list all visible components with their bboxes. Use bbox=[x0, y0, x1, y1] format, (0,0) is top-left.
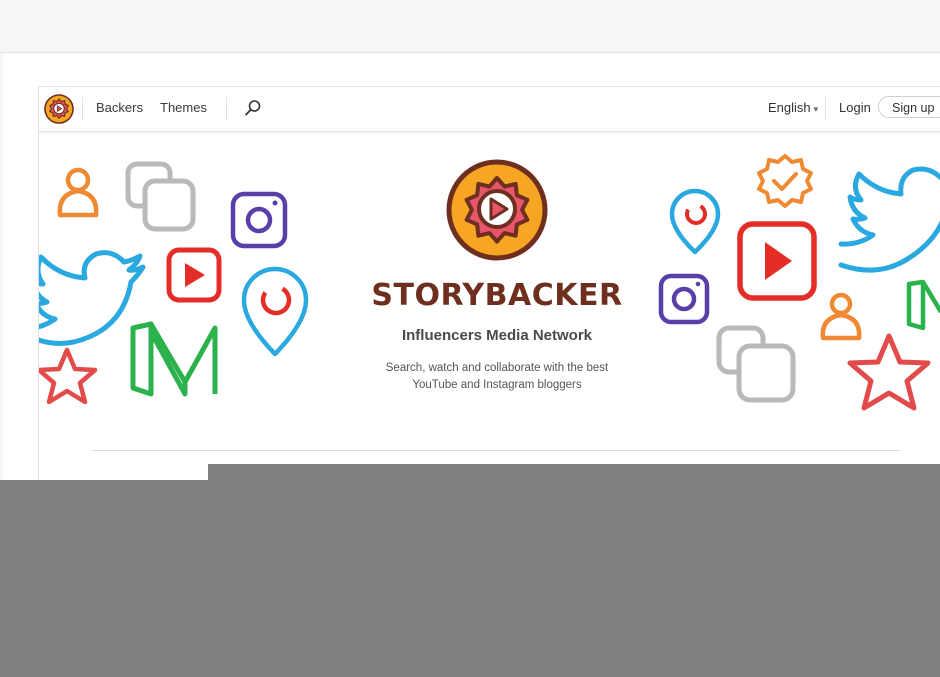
youtube-play-icon bbox=[166, 247, 222, 303]
top-strip bbox=[0, 0, 940, 53]
nav-backers[interactable]: Backers bbox=[96, 100, 143, 115]
person-icon bbox=[820, 292, 862, 341]
copy-icon bbox=[125, 161, 196, 232]
star-icon bbox=[847, 333, 931, 411]
hero-section: STORYBACKER Influencers Media Network Se… bbox=[39, 132, 940, 481]
app-window: Backers Themes English ▾ Login Sign up S… bbox=[38, 86, 940, 481]
logo-icon[interactable] bbox=[44, 94, 74, 124]
description-line: YouTube and Instagram bloggers bbox=[412, 379, 582, 391]
nav-divider bbox=[226, 97, 227, 121]
navbar: Backers Themes English ▾ Login Sign up bbox=[39, 87, 940, 132]
twitter-bird-icon bbox=[838, 166, 940, 273]
copy-icon bbox=[716, 325, 796, 403]
twitter-bird-icon bbox=[39, 250, 146, 346]
chevron-down-icon: ▾ bbox=[813, 104, 819, 114]
periscope-ring bbox=[685, 203, 707, 225]
login-link[interactable]: Login bbox=[839, 100, 871, 115]
nav-divider bbox=[825, 97, 826, 121]
medium-icon bbox=[130, 321, 218, 397]
language-select[interactable]: English ▾ bbox=[768, 100, 818, 115]
search-icon[interactable] bbox=[243, 98, 263, 118]
signup-button[interactable]: Sign up bbox=[878, 96, 940, 118]
gray-overlay-top bbox=[208, 464, 940, 480]
brand-description: Search, watch and collaborate with the b… bbox=[359, 360, 635, 394]
check-icon bbox=[772, 172, 798, 191]
instagram-icon bbox=[230, 191, 288, 249]
person-icon bbox=[57, 167, 99, 218]
description-line: Search, watch and collaborate with the b… bbox=[385, 362, 609, 374]
language-label: English bbox=[768, 100, 811, 115]
instagram-icon bbox=[658, 273, 710, 325]
brand-tagline: Influencers Media Network bbox=[401, 327, 593, 344]
brand-name: STORYBACKER bbox=[371, 278, 623, 313]
medium-icon bbox=[906, 279, 940, 331]
nav-themes[interactable]: Themes bbox=[160, 100, 207, 115]
storybacker-logo-icon bbox=[446, 159, 548, 261]
nav-divider bbox=[82, 97, 83, 121]
hero-divider bbox=[91, 450, 901, 451]
periscope-ring bbox=[260, 284, 292, 316]
star-icon bbox=[39, 347, 98, 405]
youtube-play-icon bbox=[737, 221, 817, 301]
gray-overlay bbox=[0, 480, 940, 677]
verified-badge-icon bbox=[757, 154, 813, 208]
